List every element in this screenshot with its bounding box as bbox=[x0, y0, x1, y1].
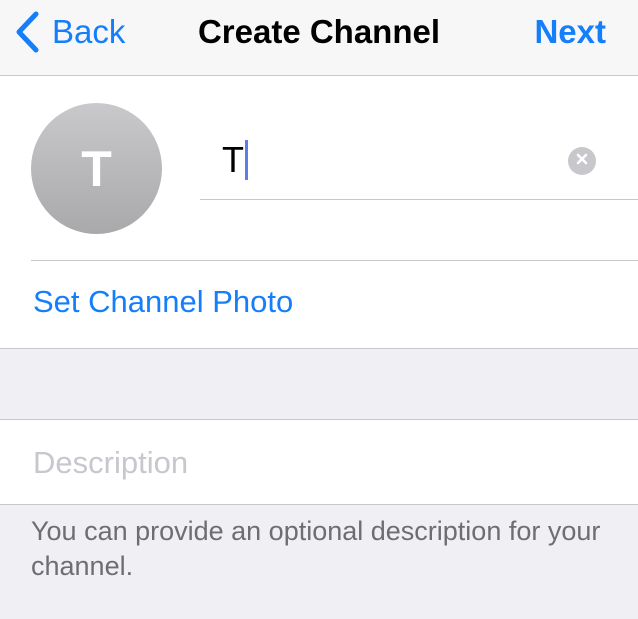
set-channel-photo-button[interactable]: Set Channel Photo bbox=[33, 280, 293, 324]
channel-name-field[interactable]: T bbox=[200, 124, 638, 200]
channel-name-value: T bbox=[222, 139, 244, 180]
channel-name-input[interactable]: T bbox=[222, 138, 248, 182]
chevron-left-icon bbox=[14, 10, 40, 54]
text-caret bbox=[245, 140, 248, 180]
avatar-initial: T bbox=[81, 140, 112, 197]
description-input[interactable] bbox=[33, 441, 613, 485]
description-section bbox=[0, 419, 638, 505]
channel-avatar[interactable]: T bbox=[31, 103, 162, 234]
channel-info-section: T T Set Channel Photo bbox=[0, 76, 638, 349]
back-button[interactable]: Back bbox=[14, 10, 125, 54]
divider bbox=[31, 260, 638, 261]
back-label: Back bbox=[52, 13, 126, 50]
navigation-bar: Back Create Channel Next bbox=[0, 0, 638, 76]
clear-button[interactable] bbox=[568, 147, 596, 175]
clear-x-icon bbox=[575, 152, 589, 171]
description-hint: You can provide an optional description … bbox=[31, 516, 601, 581]
next-button[interactable]: Next bbox=[534, 10, 606, 54]
